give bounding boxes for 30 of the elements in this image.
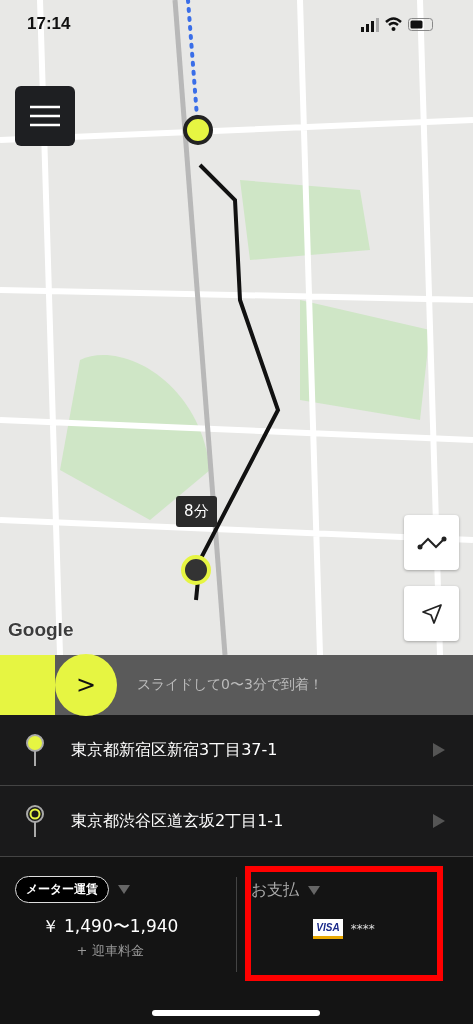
payment-label[interactable]: お支払	[251, 880, 299, 901]
menu-icon	[30, 105, 60, 127]
eta-badge: 8分	[176, 496, 217, 527]
slide-track-fill	[0, 655, 55, 715]
location-arrow-icon	[420, 602, 443, 625]
address-text: 東京都渋谷区道玄坂2丁目1-1	[71, 810, 285, 832]
battery-icon	[408, 17, 433, 31]
card-brand-logo: VISA	[313, 919, 343, 939]
menu-button[interactable]	[15, 86, 75, 146]
locate-button[interactable]	[404, 586, 459, 641]
fare-amount: ￥ 1,490〜1,940	[41, 915, 179, 938]
dropdown-caret-icon	[118, 885, 130, 894]
address-text: 東京都新宿区新宿3丁目37-1	[71, 739, 279, 761]
route-button[interactable]	[404, 515, 459, 570]
fare-type-button[interactable]: メーター運賃	[15, 876, 109, 903]
play-arrow-icon	[433, 743, 445, 757]
slide-handle[interactable]: >	[55, 654, 117, 716]
slide-hint: スライドして0〜3分で到着！	[137, 676, 323, 694]
map-logo: Google	[8, 619, 74, 641]
play-arrow-icon	[433, 814, 445, 828]
wifi-icon	[385, 17, 402, 31]
ring-pin-icon	[25, 804, 45, 838]
filled-pin-icon	[25, 733, 45, 767]
status-time: 17:14	[27, 14, 71, 34]
signal-icon	[361, 16, 379, 32]
card-number: ****	[350, 922, 375, 936]
route-line-icon	[416, 534, 447, 551]
address-row[interactable]: 東京都新宿区新宿3丁目37-1	[0, 715, 473, 786]
fare-note: + 迎車料金	[76, 942, 144, 960]
dropdown-caret-icon	[308, 886, 320, 895]
